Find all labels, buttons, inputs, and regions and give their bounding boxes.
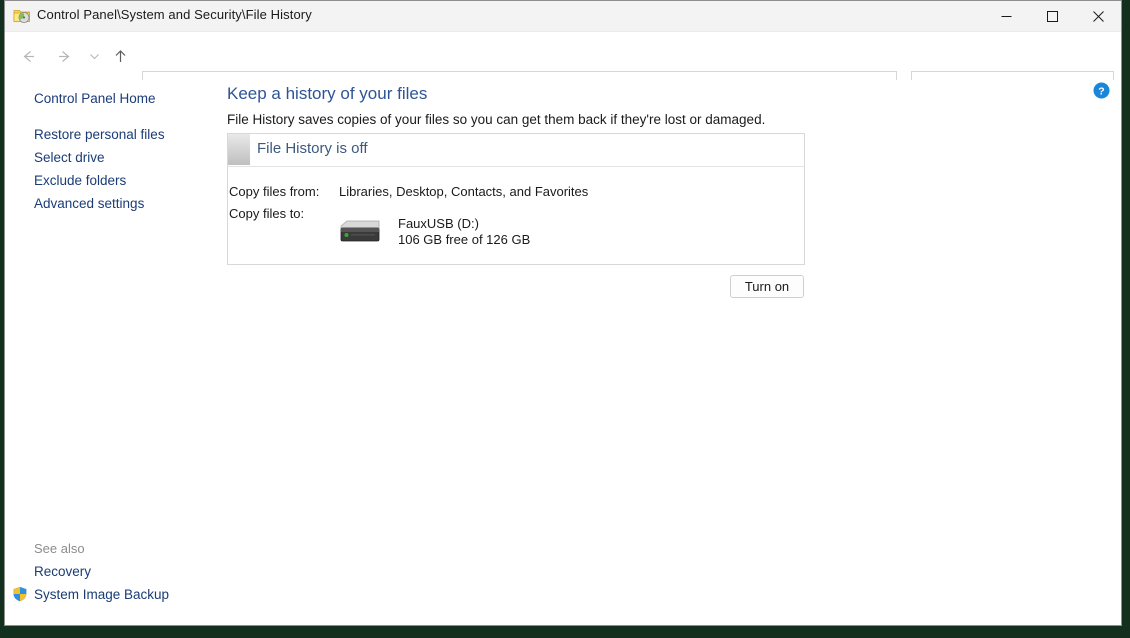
turn-on-button[interactable]: Turn on	[730, 275, 804, 298]
close-button[interactable]	[1075, 1, 1121, 31]
file-history-status-panel: File History is off Copy files from: Lib…	[227, 133, 805, 265]
screen-background: Control Panel\System and Security\File H…	[0, 0, 1130, 638]
back-arrow-icon[interactable]	[13, 41, 43, 71]
sidebar-item-exclude-folders[interactable]: Exclude folders	[34, 173, 126, 188]
page-description: File History saves copies of your files …	[227, 112, 766, 127]
see-also-label: See also	[34, 541, 85, 556]
status-header: File History is off	[228, 134, 804, 167]
sidebar: Control Panel Home Restore personal file…	[5, 80, 220, 625]
drive-name: FauxUSB (D:)	[398, 216, 479, 231]
help-icon[interactable]: ?	[1093, 82, 1110, 99]
copy-files-to-label: Copy files to:	[229, 206, 305, 221]
maximize-button[interactable]	[1029, 1, 1075, 31]
window-title: Control Panel\System and Security\File H…	[37, 7, 312, 22]
content-area: Control Panel Home Restore personal file…	[5, 80, 1121, 625]
sidebar-item-select-drive[interactable]: Select drive	[34, 150, 105, 165]
svg-text:?: ?	[1098, 85, 1104, 97]
drive-free-space: 106 GB free of 126 GB	[398, 232, 531, 247]
up-arrow-icon[interactable]	[105, 41, 135, 71]
uac-shield-icon	[12, 586, 28, 602]
status-badge: File History is off	[257, 140, 368, 157]
external-drive-icon	[336, 216, 384, 248]
main-pane: Keep a history of your files File Histor…	[220, 80, 1121, 625]
copy-files-from-label: Copy files from:	[229, 184, 320, 199]
minimize-button[interactable]	[983, 1, 1029, 31]
navigation-bar: › Control Panel › System and Security › …	[5, 32, 1121, 105]
title-bar: Control Panel\System and Security\File H…	[5, 1, 1121, 32]
control-panel-icon	[13, 7, 31, 25]
control-panel-window: Control Panel\System and Security\File H…	[4, 0, 1122, 626]
sidebar-item-advanced-settings[interactable]: Advanced settings	[34, 196, 144, 211]
sidebar-item-recovery[interactable]: Recovery	[34, 564, 91, 579]
sidebar-item-restore-personal-files[interactable]: Restore personal files	[34, 127, 165, 142]
window-controls	[983, 1, 1121, 31]
forward-arrow-icon[interactable]	[49, 41, 79, 71]
page-title: Keep a history of your files	[227, 84, 428, 103]
sidebar-item-system-image-backup[interactable]: System Image Backup	[34, 587, 169, 602]
sidebar-item-control-panel-home[interactable]: Control Panel Home	[34, 91, 156, 106]
status-icon-placeholder	[228, 134, 250, 165]
copy-files-from-value: Libraries, Desktop, Contacts, and Favori…	[339, 184, 589, 199]
